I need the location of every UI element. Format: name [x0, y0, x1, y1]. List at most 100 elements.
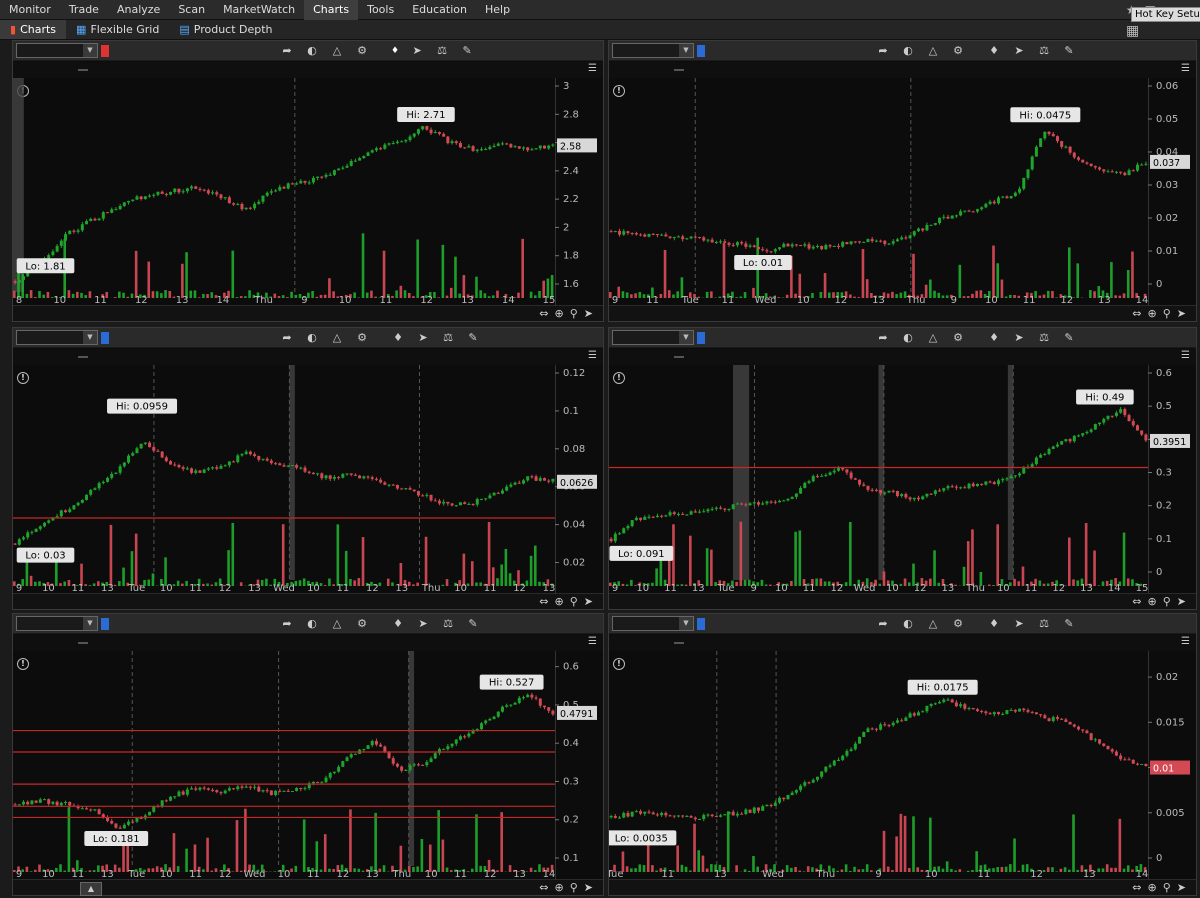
settings-gear-icon[interactable]: ⚙ [947, 329, 969, 347]
arrows-horizontal-icon[interactable]: ⇔ [539, 595, 548, 608]
zoom-icon[interactable]: ⚲ [570, 881, 578, 894]
interval-button[interactable] [972, 42, 980, 60]
tab-flexible-grid[interactable]: ▦ Flexible Grid [66, 20, 169, 39]
chevron-down-icon[interactable]: ▼ [83, 44, 97, 57]
alert-icon[interactable]: ◐ [301, 615, 323, 633]
chart-settings-icon[interactable]: ☰ [1177, 636, 1190, 647]
interval-button[interactable] [972, 329, 980, 347]
chart-settings-icon[interactable]: ☰ [584, 636, 597, 647]
cursor-icon[interactable]: ➤ [1008, 329, 1030, 347]
symbol-input[interactable]: ▼ [612, 330, 694, 345]
crosshair-icon[interactable]: ⊕ [1148, 881, 1157, 894]
drawing-tools-icon[interactable]: ✎ [456, 42, 478, 60]
zoom-icon[interactable]: ⚲ [1163, 307, 1171, 320]
cursor-icon[interactable]: ➤ [412, 615, 434, 633]
crosshair-icon[interactable]: ⊕ [555, 307, 564, 320]
alert-icon[interactable]: ◐ [897, 615, 919, 633]
link-icon[interactable] [101, 44, 109, 57]
alert-icon[interactable]: ◐ [897, 329, 919, 347]
chart-panel-wcvc[interactable]: ▼ ➦ ◐ △ ⚙ ♦ ➤ ⚖ ✎ ☰ ! ⇔ ⊕ ⚲ ➤ 0.06 0.05 … [608, 40, 1197, 322]
style-icon[interactable]: ♦ [983, 42, 1005, 60]
symbol-input[interactable]: ▼ [612, 616, 694, 631]
style-button[interactable]: ♦ [387, 42, 403, 60]
menu-analyze[interactable]: Analyze [108, 0, 169, 20]
flask-icon[interactable]: ⚖ [437, 329, 459, 347]
cursor-icon[interactable]: ➤ [412, 329, 434, 347]
expand-toolbar-icon[interactable]: ▲ [80, 882, 102, 896]
crosshair-icon[interactable]: ⊕ [555, 595, 564, 608]
share-icon[interactable]: ➦ [872, 615, 894, 633]
interval-button[interactable] [376, 615, 384, 633]
chart-settings-icon[interactable]: ☰ [1177, 350, 1190, 361]
chart-panel-unrg[interactable]: ▼ ➦ ◐ △ ⚙ ♦ ➤ ⚖ ✎ ☰ ! ⇔ ⊕ ⚲ ➤ 0.6 0.5 0.… [12, 613, 604, 896]
crosshair-icon[interactable]: ⊕ [1148, 595, 1157, 608]
pointer-icon[interactable]: ➤ [1177, 881, 1186, 894]
alert-icon[interactable]: ◐ [897, 42, 919, 60]
tab-product-depth[interactable]: ▤ Product Depth [169, 20, 282, 39]
zoom-icon[interactable]: ⚲ [570, 595, 578, 608]
studies-flask-icon[interactable]: △ [326, 329, 348, 347]
tab-charts[interactable]: ▮ Charts [0, 20, 67, 39]
zoom-icon[interactable]: ⚲ [1163, 881, 1171, 894]
link-icon[interactable] [101, 617, 109, 630]
style-icon[interactable]: ♦ [983, 329, 1005, 347]
chevron-down-icon[interactable]: ▼ [679, 617, 693, 630]
arrows-horizontal-icon[interactable]: ⇔ [1132, 595, 1141, 608]
share-icon[interactable]: ➦ [872, 329, 894, 347]
settings-gear-icon[interactable]: ⚙ [947, 42, 969, 60]
chart-panel-clsi[interactable]: ▼ ➦ ◐ △ ⚙ ♦ ➤ ⚖ ✎ ☰ ! ⇔ ⊕ ⚲ ➤ 0.12 0.1 0… [12, 327, 604, 610]
flask-icon[interactable]: ⚖ [1033, 329, 1055, 347]
symbol-input[interactable]: ▼ [612, 43, 694, 58]
share-icon[interactable]: ➦ [276, 615, 298, 633]
interval-button[interactable] [376, 42, 384, 60]
pointer-icon[interactable]: ➤ [584, 881, 593, 894]
grid-layout-icon[interactable]: ▦ [1126, 23, 1139, 39]
link-icon[interactable] [101, 331, 109, 344]
chart-panel-cvsi[interactable]: ▼ ➦ ◐ △ ⚙ ♦ ➤ ⚖ ✎ ☰ ! ⇔ ⊕ ⚲ ➤ [12, 40, 604, 322]
drawing-tools-icon[interactable]: ✎ [1058, 42, 1080, 60]
settings-gear-icon[interactable]: ⚙ [351, 329, 373, 347]
arrows-horizontal-icon[interactable]: ⇔ [539, 881, 548, 894]
flask-icon[interactable]: ⚖ [437, 615, 459, 633]
arrows-horizontal-icon[interactable]: ⇔ [539, 307, 548, 320]
pointer-icon[interactable]: ➤ [1177, 595, 1186, 608]
studies-flask-icon[interactable]: △ [922, 329, 944, 347]
settings-gear-icon[interactable]: ⚙ [351, 615, 373, 633]
menu-tools[interactable]: Tools [358, 0, 403, 20]
zoom-icon[interactable]: ⚲ [1163, 595, 1171, 608]
menu-trade[interactable]: Trade [60, 0, 108, 20]
zoom-icon[interactable]: ⚲ [570, 307, 578, 320]
pointer-icon[interactable]: ➤ [584, 595, 593, 608]
chart-panel-gtxo[interactable]: ▼ ➦ ◐ △ ⚙ ♦ ➤ ⚖ ✎ ☰ ! ⇔ ⊕ ⚲ ➤ 0.02 0.015… [608, 613, 1197, 896]
link-icon[interactable] [697, 44, 705, 57]
drawing-tools-icon[interactable]: ✎ [1058, 329, 1080, 347]
crosshair-icon[interactable]: ⊕ [1148, 307, 1157, 320]
cursor-icon[interactable]: ➤ [1008, 42, 1030, 60]
interval-button[interactable] [376, 329, 384, 347]
symbol-input[interactable]: ▼ [16, 616, 98, 631]
link-icon[interactable] [697, 331, 705, 344]
style-icon[interactable]: ♦ [387, 615, 409, 633]
chart-settings-icon[interactable]: ☰ [584, 63, 597, 74]
crosshair-icon[interactable]: ⊕ [555, 881, 564, 894]
chart-panel-spnv[interactable]: ▼ ➦ ◐ △ ⚙ ♦ ➤ ⚖ ✎ ☰ ! ⇔ ⊕ ⚲ ➤ 0.6 0.5 0.… [608, 327, 1197, 610]
interval-button[interactable] [972, 615, 980, 633]
symbol-input[interactable]: ▼ [16, 43, 98, 58]
chevron-down-icon[interactable]: ▼ [679, 331, 693, 344]
cursor-icon[interactable]: ➤ [1008, 615, 1030, 633]
settings-gear-icon[interactable]: ⚙ [351, 42, 373, 60]
chart-settings-icon[interactable]: ☰ [1177, 63, 1190, 74]
menu-marketwatch[interactable]: MarketWatch [214, 0, 304, 20]
studies-flask-icon[interactable]: △ [922, 42, 944, 60]
studies-flask-icon[interactable]: △ [922, 615, 944, 633]
drawing-tools-icon[interactable]: ✎ [1058, 615, 1080, 633]
symbol-input[interactable]: ▼ [16, 330, 98, 345]
menu-monitor[interactable]: Monitor [0, 0, 60, 20]
chevron-down-icon[interactable]: ▼ [679, 44, 693, 57]
menu-education[interactable]: Education [403, 0, 476, 20]
chevron-down-icon[interactable]: ▼ [83, 331, 97, 344]
style-icon[interactable]: ♦ [387, 329, 409, 347]
flask-icon[interactable]: ⚖ [1033, 615, 1055, 633]
flask-icon[interactable]: ⚖ [431, 42, 453, 60]
style-icon[interactable]: ♦ [983, 615, 1005, 633]
